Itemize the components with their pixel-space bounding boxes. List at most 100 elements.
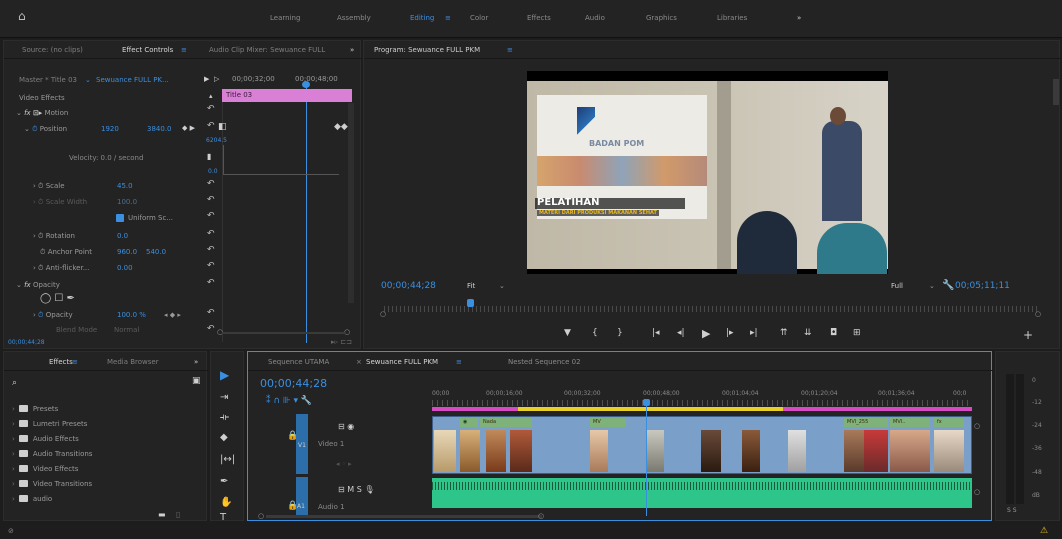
in-out-bar[interactable] bbox=[518, 407, 783, 411]
tab-menu-icon[interactable]: ≡ bbox=[72, 358, 78, 366]
bin-audio-transitions[interactable]: › Audio Transitions bbox=[12, 450, 92, 458]
bin-audio[interactable]: › audio bbox=[12, 495, 52, 503]
opacity-section[interactable]: ⌄ fx Opacity bbox=[16, 281, 60, 289]
opacity-keyframe-icon[interactable]: ◂ ◆ ▸ bbox=[164, 311, 181, 319]
razor-tool-icon[interactable]: ◆ bbox=[220, 432, 228, 443]
clip-label-bar[interactable]: MVI.. bbox=[890, 418, 930, 427]
go-to-out-icon[interactable]: ▸| bbox=[750, 328, 758, 338]
reset-icon[interactable]: ↶ bbox=[207, 261, 215, 271]
ec-scrollbar[interactable] bbox=[348, 103, 354, 303]
reset-icon[interactable]: ↶ bbox=[207, 195, 215, 205]
workspace-learning[interactable]: Learning bbox=[270, 14, 300, 22]
bin-video-effects[interactable]: › Video Effects bbox=[12, 465, 78, 473]
opacity-value[interactable]: 100.0 % bbox=[117, 311, 146, 319]
program-timecode[interactable]: 00;00;44;28 bbox=[381, 281, 436, 291]
graph-icon[interactable]: ▮ bbox=[207, 152, 211, 161]
clip-label-bar[interactable]: Nada bbox=[480, 418, 532, 427]
effects-search-input[interactable] bbox=[22, 375, 182, 387]
video-frame[interactable]: BADAN POM PELATIHAN MATERI DARI PRODUKSI… bbox=[527, 71, 888, 274]
search-icon[interactable]: ⌕ bbox=[12, 378, 17, 388]
ripple-edit-tool-icon[interactable]: ⟛ bbox=[220, 412, 229, 423]
workspace-more[interactable]: » bbox=[797, 14, 801, 22]
tab-close-icon[interactable]: × bbox=[356, 358, 362, 366]
camera-icon[interactable]: ◘ bbox=[830, 328, 837, 338]
workspace-editing[interactable]: Editing bbox=[410, 14, 434, 22]
workspace-color[interactable]: Color bbox=[470, 14, 488, 22]
bin-audio-effects[interactable]: › Audio Effects bbox=[12, 435, 79, 443]
timeline-playhead-handle[interactable] bbox=[643, 399, 650, 406]
meter-solo-buttons[interactable]: S S bbox=[1007, 507, 1017, 514]
reset-icon[interactable]: ↶ bbox=[207, 104, 215, 114]
keyframe-nav-icon[interactable]: ◆ ▶ bbox=[182, 124, 195, 132]
play-icon[interactable]: ▶ bbox=[702, 327, 710, 340]
panel-more[interactable]: » bbox=[194, 358, 198, 366]
timeline-ruler[interactable] bbox=[432, 400, 972, 406]
selection-tool-icon[interactable]: ▶ bbox=[220, 368, 229, 382]
chevron-down-icon[interactable]: ⌄ bbox=[85, 76, 91, 84]
tab-sewuance-full[interactable]: Sewuance FULL PKM bbox=[366, 358, 438, 366]
reset-icon[interactable]: ↶ bbox=[207, 278, 215, 288]
panel-more[interactable]: » bbox=[350, 46, 354, 54]
clip-label-bar[interactable]: MV bbox=[590, 418, 626, 427]
audio-clip-a1[interactable] bbox=[432, 478, 972, 508]
workspace-effects[interactable]: Effects bbox=[527, 14, 551, 22]
uniform-scale-checkbox[interactable] bbox=[116, 214, 124, 222]
keyframe-nav-icon[interactable]: ◂ ◦ ▸ bbox=[336, 460, 352, 468]
ec-zoom-bar[interactable] bbox=[222, 332, 346, 334]
ec-clip-bar[interactable]: Title 03 bbox=[222, 89, 352, 102]
zoom-circle-icon[interactable]: ○ bbox=[380, 310, 386, 318]
reset-icon[interactable]: ↶ bbox=[207, 211, 215, 221]
bin-lumetri-presets[interactable]: › Lumetri Presets bbox=[12, 420, 87, 428]
motion-row[interactable]: ⌄ fx ⊡▸ Motion bbox=[16, 109, 68, 117]
tab-audio-clip-mixer[interactable]: Audio Clip Mixer: Sewuance FULL bbox=[209, 46, 325, 54]
new-bin-icon[interactable]: ▣ bbox=[192, 376, 201, 386]
bin-presets[interactable]: › Presets bbox=[12, 405, 58, 413]
anchor-x-value[interactable]: 960.0 bbox=[117, 248, 137, 256]
timeline-timecode[interactable]: 00;00;44;28 bbox=[260, 377, 327, 390]
tab-menu-icon[interactable]: ≡ bbox=[181, 46, 187, 54]
tab-nested-sequence[interactable]: Nested Sequence 02 bbox=[508, 358, 581, 366]
workspace-libraries[interactable]: Libraries bbox=[717, 14, 747, 22]
zoom-circle-icon[interactable]: ○ bbox=[258, 512, 264, 520]
timeline-zoom-bar[interactable] bbox=[266, 515, 542, 518]
collapse-up-icon[interactable]: ▴ bbox=[209, 92, 213, 100]
workspace-audio[interactable]: Audio bbox=[585, 14, 605, 22]
resolution-dropdown[interactable]: Full bbox=[891, 282, 903, 290]
fit-dropdown[interactable]: Fit bbox=[467, 282, 475, 290]
bin-video-transitions[interactable]: › Video Transitions bbox=[12, 480, 92, 488]
scale-value[interactable]: 45.0 bbox=[117, 182, 133, 190]
blend-mode-value[interactable]: Normal bbox=[114, 326, 139, 334]
reset-icon[interactable]: ↶ bbox=[207, 229, 215, 239]
chevron-down-icon[interactable]: ⌄ bbox=[499, 282, 505, 290]
a1-source-patch[interactable]: A1 bbox=[296, 477, 308, 517]
keyframe-icon[interactable]: ◆◆ bbox=[334, 122, 348, 132]
position-x-value[interactable]: 1920 bbox=[101, 125, 119, 133]
anchor-y-value[interactable]: 540.0 bbox=[146, 248, 166, 256]
program-playhead[interactable] bbox=[467, 299, 474, 307]
add-marker-icon[interactable]: ▼ bbox=[564, 328, 571, 338]
tab-effect-controls[interactable]: Effect Controls bbox=[122, 46, 173, 54]
reset-icon[interactable]: ↶ bbox=[207, 324, 215, 334]
zoom-circle-icon[interactable]: ○ bbox=[1035, 310, 1041, 318]
wrench-icon[interactable]: 🔧 bbox=[942, 280, 954, 291]
slip-tool-icon[interactable]: |↔| bbox=[220, 454, 235, 465]
hand-tool-icon[interactable]: ✋ bbox=[220, 497, 232, 508]
clip-label-bar[interactable]: fx bbox=[934, 418, 964, 427]
type-tool-icon[interactable]: T bbox=[220, 512, 226, 523]
sequence-link[interactable]: Sewuance FULL PK... bbox=[96, 76, 169, 84]
antiflicker-value[interactable]: 0.00 bbox=[117, 264, 133, 272]
track-select-tool-icon[interactable]: ⇥ bbox=[220, 392, 228, 403]
tab-media-browser[interactable]: Media Browser bbox=[107, 358, 159, 366]
chevron-down-icon[interactable]: ⌄ bbox=[929, 282, 935, 290]
mark-out-icon[interactable]: } bbox=[617, 328, 623, 338]
track-output-icon[interactable]: ⊟ ◉ bbox=[338, 422, 354, 431]
audio-track-controls[interactable]: ⊟ M S 🎙 bbox=[338, 485, 374, 494]
reset-icon[interactable]: ↶ bbox=[207, 245, 215, 255]
timeline-chevron-icon[interactable]: ▷ bbox=[214, 75, 219, 83]
tab-menu-icon[interactable]: ≡ bbox=[456, 358, 462, 366]
reset-icon[interactable]: ↶ bbox=[207, 121, 215, 131]
program-title[interactable]: Program: Sewuance FULL PKM bbox=[374, 46, 480, 54]
workspace-graphics[interactable]: Graphics bbox=[646, 14, 677, 22]
workspace-menu-icon[interactable]: ≡ bbox=[445, 14, 451, 22]
clip-label-bar[interactable]: ◉ bbox=[460, 418, 478, 427]
